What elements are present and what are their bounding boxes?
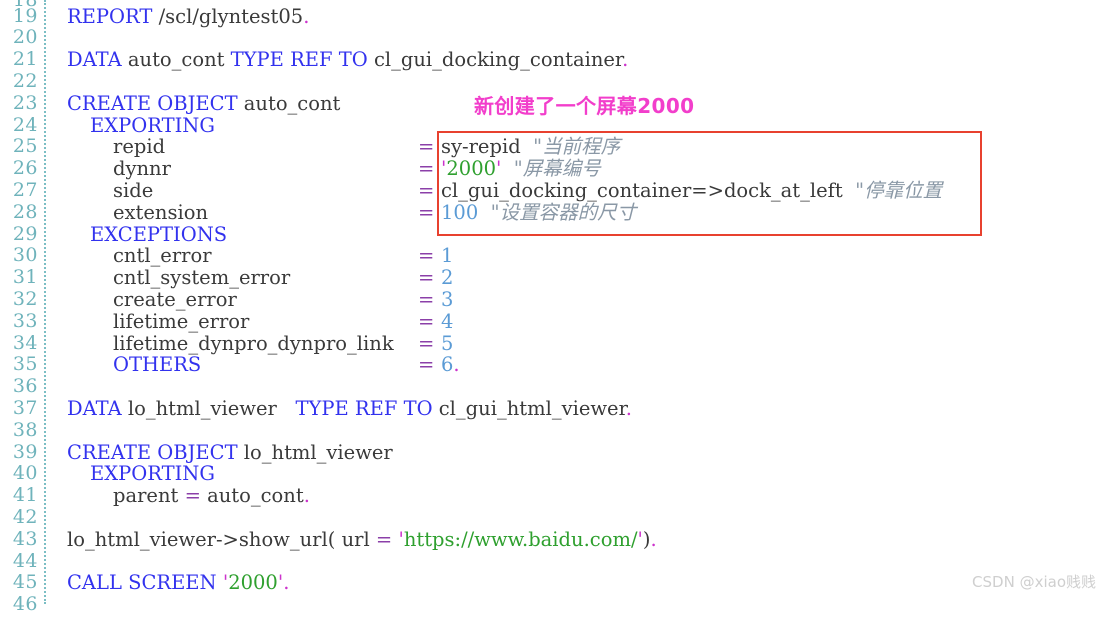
keyword-others: OTHERS	[113, 353, 202, 377]
statement-period: .	[650, 527, 657, 551]
annotation-label: 新创建了一个屏幕2000	[474, 94, 695, 118]
code-line-28-equals: =	[418, 198, 434, 228]
watermark: CSDN @xiao贱贱	[972, 573, 1096, 591]
code-editor[interactable]: 18 19 20 21 22 23 24 25 26 27 28 29 30 3…	[0, 0, 1114, 615]
keyword-data: DATA	[67, 48, 122, 72]
equals-operator: =	[418, 353, 435, 377]
exception-code: 6	[441, 353, 454, 377]
variable-lo-html-viewer: lo_html_viewer	[243, 440, 393, 464]
equals-operator: =	[184, 484, 201, 508]
statement-period: .	[303, 4, 310, 28]
string-screen-2000: 2000	[228, 571, 278, 595]
keyword-data: DATA	[67, 397, 122, 420]
variable-auto-cont: auto_cont	[243, 91, 341, 115]
keyword-screen: SCREEN	[128, 571, 217, 595]
keyword-type: TYPE	[230, 48, 284, 72]
statement-period: .	[453, 353, 460, 377]
class-docking-container: cl_gui_docking_container	[373, 48, 623, 72]
keyword-type: TYPE	[295, 397, 349, 420]
value-extension-size: 100	[441, 200, 479, 224]
keyword-report: REPORT	[67, 4, 153, 28]
comment-dock-position: "停靠位置	[855, 179, 943, 202]
code-line-35-equals: =	[418, 350, 434, 380]
code-line-35-param[interactable]: OTHERS	[113, 350, 201, 380]
code-line-37[interactable]: DATA lo_html_viewer TYPE REF TO cl_gui_h…	[67, 394, 632, 424]
class-html-viewer: cl_gui_html_viewer	[438, 397, 626, 420]
keyword-to: TO	[403, 397, 433, 420]
variable-auto-cont: auto_cont	[127, 48, 225, 72]
line-number: 46	[12, 593, 38, 616]
code-line-21[interactable]: DATA auto_cont TYPE REF TO cl_gui_dockin…	[67, 45, 628, 75]
method-call-show-url: lo_html_viewer->show_url(	[67, 527, 336, 551]
statement-period: .	[625, 397, 632, 420]
line-number-gutter: 18 19 20 21 22 23 24 25 26 27 28 29 30 3…	[0, 0, 46, 615]
code-line-19[interactable]: REPORT /scl/glyntest05.	[67, 2, 309, 32]
value-auto-cont: auto_cont	[207, 484, 304, 508]
keyword-call: CALL	[67, 571, 122, 595]
statement-period: .	[283, 571, 290, 595]
string-url: https://www.baidu.com/	[403, 527, 638, 551]
statement-period: .	[622, 48, 629, 72]
paren-close: )	[642, 527, 651, 551]
comment-container-size: "设置容器的尺寸	[490, 200, 637, 224]
code-line-28-value[interactable]: 100 "设置容器的尺寸	[441, 198, 636, 228]
code-line-41[interactable]: parent = auto_cont.	[113, 481, 310, 511]
keyword-ref: REF	[290, 48, 333, 72]
code-line-35-value: 6.	[441, 350, 460, 380]
equals-operator: =	[375, 527, 393, 551]
statement-period: .	[303, 484, 310, 508]
code-line-45[interactable]: CALL SCREEN '2000'.	[67, 568, 289, 598]
variable-lo-html-viewer: lo_html_viewer	[127, 397, 277, 420]
program-name: /scl/glyntest05	[158, 4, 304, 28]
keyword-to: TO	[338, 48, 368, 72]
code-line-43[interactable]: lo_html_viewer->show_url( url = 'https:/…	[67, 525, 657, 555]
param-url: url	[341, 527, 370, 551]
equals-operator: =	[418, 200, 435, 224]
keyword-ref: REF	[354, 397, 398, 420]
param-parent: parent	[113, 484, 179, 508]
